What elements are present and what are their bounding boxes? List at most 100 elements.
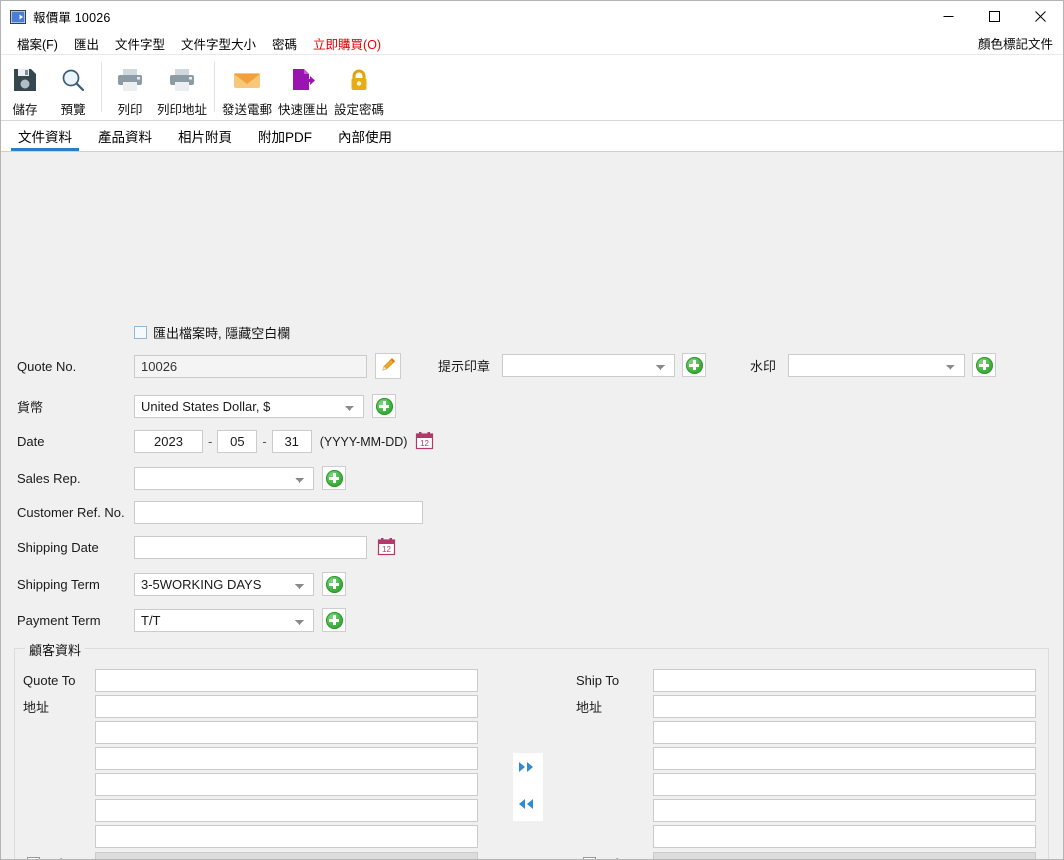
stamp-add-button[interactable]	[682, 353, 706, 377]
toolbar-label-send-email: 發送電郵	[221, 103, 272, 117]
close-button[interactable]	[1017, 1, 1063, 32]
date-month-input[interactable]	[217, 430, 258, 453]
toolbar-button-quick-export[interactable]: 快速匯出	[275, 57, 331, 118]
title-bar: 報價單 10026	[1, 1, 1063, 32]
quote-to-tel-checkbox[interactable]: Tel	[27, 856, 95, 859]
menu-item-document-font-size[interactable]: 文件字型大小	[173, 32, 264, 55]
quote-no-edit-button[interactable]	[375, 353, 401, 379]
currency-label: 貨幣	[17, 399, 44, 415]
currency-select[interactable]: United States Dollar, $	[134, 394, 364, 418]
menu-item-export[interactable]: 匯出	[66, 32, 107, 55]
plus-circle-icon	[975, 356, 993, 374]
date-label: Date	[17, 434, 45, 449]
ship-to-name-input[interactable]	[653, 669, 1036, 692]
toolbar-button-print-address[interactable]: 列印地址	[154, 57, 210, 118]
double-chevron-right-icon	[517, 761, 539, 776]
toolbar-label-print-address: 列印地址	[156, 103, 207, 117]
magnifier-icon	[60, 63, 86, 97]
quote-to-address-line-5[interactable]	[95, 799, 478, 822]
tab-photo-pages[interactable]: 相片附頁	[165, 121, 245, 151]
hide-blank-fields-checkbox[interactable]: 匯出檔案時, 隱藏空白欄	[134, 323, 290, 342]
calendar-icon: 12	[377, 537, 396, 559]
date-separator-1: -	[208, 434, 213, 449]
ship-to-tel-label: Tel	[602, 856, 619, 859]
tab-document-data[interactable]: 文件資料	[5, 121, 85, 151]
date-format-hint: (YYYY-MM-DD)	[319, 434, 408, 449]
ship-to-address-line-6[interactable]	[653, 825, 1036, 848]
menu-item-buy-now[interactable]: 立即購買(O)	[305, 32, 389, 55]
envelope-icon	[232, 63, 262, 97]
watermark-add-button[interactable]	[972, 353, 996, 377]
quote-to-tel-input[interactable]	[95, 852, 478, 859]
ship-to-tel-checkbox[interactable]: Tel	[583, 856, 653, 859]
customer-ref-no-input[interactable]	[134, 501, 423, 524]
sales-rep-select[interactable]	[134, 466, 314, 490]
payment-term-add-button[interactable]	[322, 608, 346, 632]
export-arrow-icon	[10, 9, 26, 25]
quote-no-label: Quote No.	[17, 358, 77, 374]
quick-export-icon	[289, 63, 317, 97]
shipping-term-select[interactable]: 3-5WORKING DAYS	[134, 572, 314, 596]
maximize-button[interactable]	[971, 1, 1017, 32]
ship-to-label: Ship To	[576, 673, 620, 688]
customer-data-groupbox: 顧客資料 Quote To 地址 Tel	[14, 640, 1049, 859]
toolbar-button-print[interactable]: 列印	[106, 57, 154, 118]
copy-to-quote-to-button[interactable]	[513, 796, 543, 815]
minimize-button[interactable]	[925, 1, 971, 32]
tab-internal-use[interactable]: 內部使用	[325, 121, 405, 151]
ship-to-address-label: 地址	[576, 700, 603, 715]
toolbar-button-send-email[interactable]: 發送電郵	[219, 57, 275, 118]
ship-to-address-line-1[interactable]	[653, 695, 1036, 718]
stamp-label: 提示印章	[438, 358, 491, 374]
date-day-input[interactable]	[271, 430, 312, 453]
quote-to-address-line-3[interactable]	[95, 747, 478, 770]
shipping-term-label: Shipping Term	[17, 576, 100, 592]
menu-item-password[interactable]: 密碼	[264, 32, 305, 55]
toolbar-separator-1	[101, 62, 102, 112]
save-floppy-icon	[12, 63, 38, 97]
shipping-date-calendar-button[interactable]: 12	[375, 537, 397, 559]
toolbar-label-quick-export: 快速匯出	[277, 103, 328, 117]
menu-item-file[interactable]: 檔案(F)	[9, 32, 66, 55]
plus-circle-icon	[325, 575, 343, 593]
watermark-select[interactable]	[788, 353, 965, 377]
shipping-term-add-button[interactable]	[322, 572, 346, 596]
quote-to-address-line-4[interactable]	[95, 773, 478, 796]
quote-to-name-input[interactable]	[95, 669, 478, 692]
svg-text:12: 12	[420, 439, 429, 448]
checkbox-box	[27, 857, 40, 859]
copy-to-ship-to-button[interactable]	[513, 759, 543, 778]
ship-to-tel-input[interactable]	[653, 852, 1036, 859]
ship-to-address-line-4[interactable]	[653, 773, 1036, 796]
sales-rep-add-button[interactable]	[322, 466, 346, 490]
window-controls	[925, 1, 1063, 32]
pencil-icon	[380, 356, 397, 376]
document-data-panel: 匯出檔案時, 隱藏空白欄 Quote No. 提示印章	[1, 152, 1063, 859]
tab-attach-pdf[interactable]: 附加PDF	[245, 121, 325, 151]
toolbar-button-set-password[interactable]: 設定密碼	[331, 57, 387, 118]
quote-to-address-line-1[interactable]	[95, 695, 478, 718]
plus-circle-icon	[325, 611, 343, 629]
quote-to-address-line-2[interactable]	[95, 721, 478, 744]
quote-no-input[interactable]	[134, 354, 367, 378]
tab-bar: 文件資料 產品資料 相片附頁 附加PDF 內部使用	[1, 121, 1063, 152]
plus-circle-icon	[325, 469, 343, 487]
currency-add-button[interactable]	[372, 394, 396, 418]
date-year-input[interactable]	[134, 430, 203, 453]
double-chevron-left-icon	[517, 798, 539, 813]
payment-term-select[interactable]: T/T	[134, 608, 314, 632]
tab-product-data[interactable]: 產品資料	[85, 121, 165, 151]
quote-to-address-label: 地址	[23, 700, 50, 715]
stamp-select[interactable]	[502, 353, 675, 377]
quote-to-address-line-6[interactable]	[95, 825, 478, 848]
ship-to-address-line-3[interactable]	[653, 747, 1036, 770]
ship-to-address-line-5[interactable]	[653, 799, 1036, 822]
ship-to-address-line-2[interactable]	[653, 721, 1036, 744]
application-window: 報價單 10026 檔案(F) 匯出 文件字型 文件字型大小 密碼 立即購買(O…	[0, 0, 1064, 860]
date-calendar-button[interactable]: 12	[413, 431, 435, 453]
toolbar-button-save[interactable]: 儲存	[1, 57, 49, 118]
menu-item-document-font[interactable]: 文件字型	[107, 32, 173, 55]
shipping-date-input[interactable]	[134, 536, 367, 559]
toolbar-button-preview[interactable]: 預覽	[49, 57, 97, 118]
menu-color-mark-document[interactable]: 顏色標記文件	[978, 34, 1053, 53]
